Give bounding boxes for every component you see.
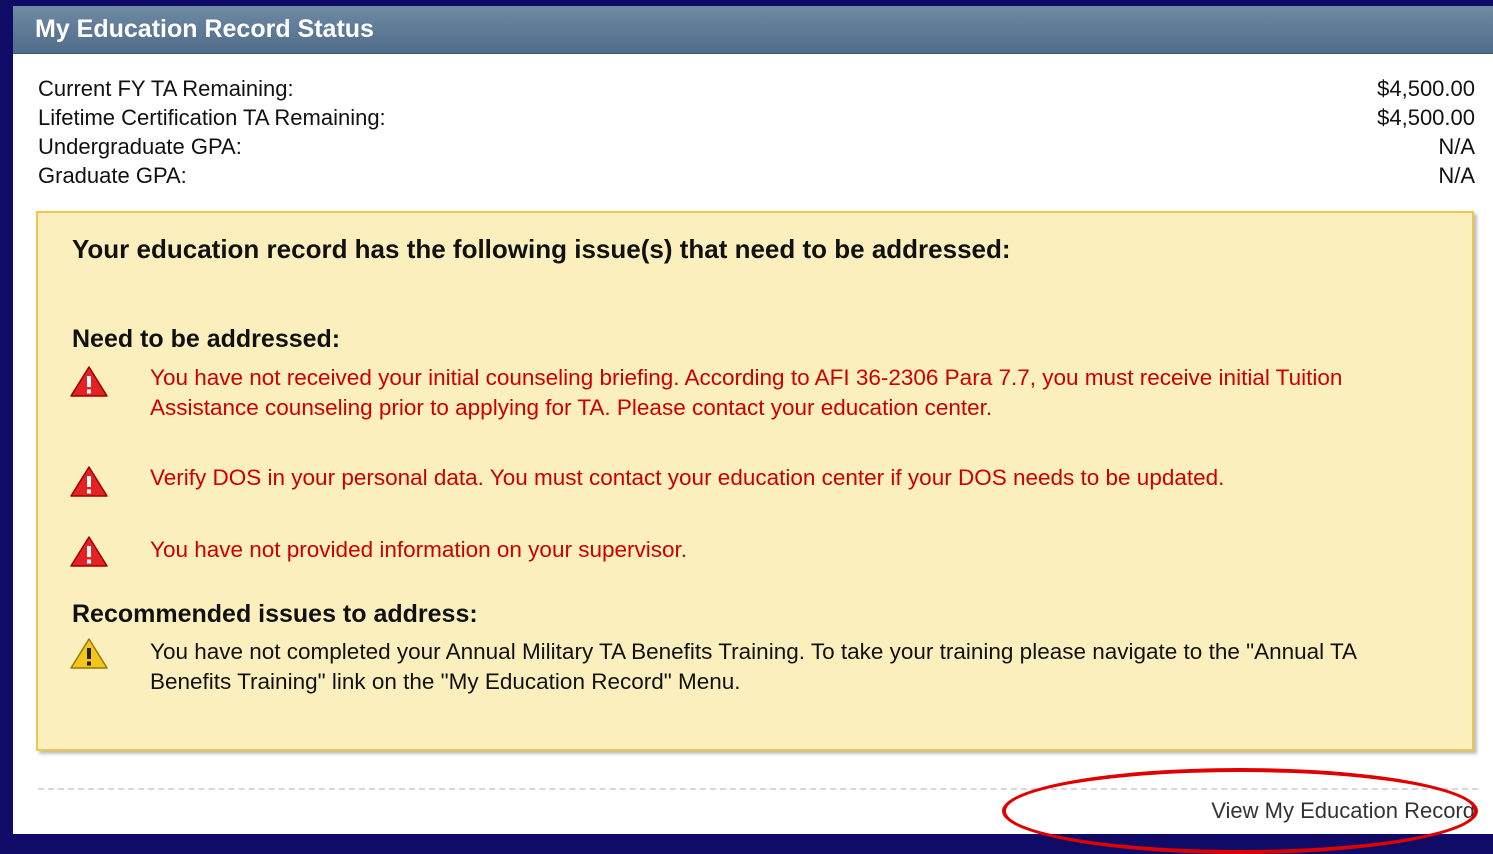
stat-value: N/A (1438, 134, 1475, 159)
stat-lifetime-ta: Lifetime Certification TA Remaining: $4,… (38, 103, 1475, 132)
stat-label: Current FY TA Remaining: (38, 76, 294, 101)
stat-value: $4,500.00 (1377, 105, 1475, 130)
stat-value: $4,500.00 (1377, 76, 1475, 101)
panel-title: My Education Record Status (13, 6, 1493, 54)
issue-item: You have not received your initial couns… (150, 365, 1343, 420)
stat-current-fy-ta: Current FY TA Remaining: $4,500.00 (38, 74, 1475, 103)
issue-item: You have not provided information on you… (150, 537, 688, 562)
stat-graduate-gpa: Graduate GPA: N/A (38, 161, 1475, 190)
recommended-section-title: Recommended issues to address: (72, 600, 478, 628)
stat-label: Lifetime Certification TA Remaining: (38, 105, 386, 130)
error-triangle-icon (70, 466, 108, 497)
error-triangle-icon (70, 536, 108, 567)
stat-undergraduate-gpa: Undergraduate GPA: N/A (38, 132, 1475, 161)
recommended-item: You have not completed your Annual Milit… (150, 639, 1356, 694)
error-triangle-icon (70, 366, 108, 397)
divider (38, 788, 1478, 790)
stat-label: Undergraduate GPA: (38, 134, 242, 159)
view-education-record-link[interactable]: View My Education Record (1211, 798, 1475, 824)
issue-item: Verify DOS in your personal data. You mu… (150, 465, 1225, 490)
issues-notice: Your education record has the following … (36, 211, 1474, 751)
education-status-panel: My Education Record Status Current FY TA… (13, 6, 1493, 834)
stats-list: Current FY TA Remaining: $4,500.00 Lifet… (38, 74, 1475, 190)
notice-title: Your education record has the following … (72, 234, 1011, 264)
stat-value: N/A (1438, 163, 1475, 188)
warning-triangle-icon (70, 638, 108, 669)
stat-label: Graduate GPA: (38, 163, 187, 188)
need-section-title: Need to be addressed: (72, 325, 341, 353)
